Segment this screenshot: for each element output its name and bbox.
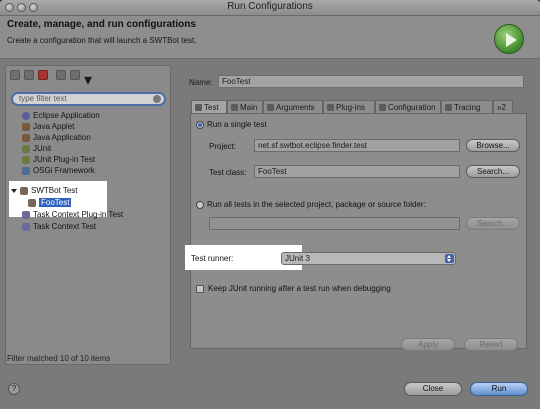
osgi-icon [22,166,30,175]
task-context-icon [22,210,30,219]
test-class-field[interactable]: FooTest [254,165,460,178]
close-button[interactable]: Close [404,382,462,396]
tab-test[interactable]: Test [191,100,227,113]
run-all-radio[interactable] [196,201,204,209]
run-icon [494,24,524,54]
swtbot-icon [20,186,28,195]
tree-item-osgi-framework[interactable]: OSGi Framework [22,165,95,176]
help-icon[interactable]: ? [8,383,20,395]
tree-item-java-applet[interactable]: Java Applet [22,121,74,132]
filter-status: Filter matched 10 of 10 items [7,354,111,363]
collapse-all-icon[interactable] [56,70,66,80]
tree-item-java-application[interactable]: Java Application [22,132,91,143]
configuration-tab-icon [379,104,386,112]
main-tab-icon [231,104,238,112]
apply-button[interactable]: Apply [401,338,455,351]
header-subtitle: Create a configuration that will launch … [7,36,197,45]
tab-tracing[interactable]: Tracing [441,100,493,113]
dialog-header: Create, manage, and run configurations C… [0,16,540,59]
project-field[interactable]: net.sf.swtbot.eclipse.finder.test [254,139,460,152]
tab-main[interactable]: Main [227,100,263,113]
configuration-editor: Name: FooTest Test Main Arguments Plug-i… [181,65,532,365]
title-bar: Run Configurations [0,0,540,16]
name-label: Name: [189,78,213,87]
junit-icon [22,144,30,153]
expand-twisty-icon[interactable] [11,188,17,193]
task-context-icon [22,222,30,231]
java-app-icon [22,133,30,142]
name-field[interactable]: FooTest [218,75,524,88]
select-arrows-icon [445,254,454,263]
junit-plugin-icon [22,155,30,164]
tab-overflow[interactable]: »2 [493,100,513,113]
tree-item-eclipse-application[interactable]: Eclipse Application [22,110,100,121]
browse-button[interactable]: Browse... [466,139,520,152]
header-title: Create, manage, and run configurations [7,19,196,30]
run-configurations-window: Run Configurations Create, manage, and r… [0,0,540,409]
tree-item-junit-plugin-test[interactable]: JUnit Plug-in Test [22,154,95,165]
tree-item-task-context-test[interactable]: Task Context Test [22,221,96,232]
run-single-label: Run a single test [207,120,267,129]
test-tab-panel: Run a single test Project: net.sf.swtbot… [185,113,527,349]
container-field [209,217,460,230]
filter-input[interactable]: type filter text [11,92,166,106]
test-runner-label: Test runner: [191,254,234,263]
keep-running-label: Keep JUnit running after a test run when… [208,284,391,293]
tree-item-task-context-plugin-test[interactable]: Task Context Plug-in Test [22,209,123,220]
eclipse-icon [22,111,30,120]
new-config-icon[interactable] [10,70,20,80]
tab-arguments[interactable]: Arguments [263,100,323,113]
tab-plugins[interactable]: Plug-ins [323,100,375,113]
delete-config-icon[interactable] [38,70,48,80]
plugins-tab-icon [327,104,334,112]
java-applet-icon [22,122,30,131]
keep-running-checkbox[interactable] [196,285,204,293]
test-runner-select[interactable]: JUnit 3 [281,252,456,265]
configuration-list-pane: ▾ type filter text Eclipse Application J… [5,65,171,365]
tree-item-footest[interactable]: FooTest [28,197,72,208]
tab-configuration[interactable]: Configuration [375,100,441,113]
chevron-down-icon[interactable]: ▾ [84,70,92,89]
duplicate-config-icon[interactable] [24,70,34,80]
clear-filter-icon[interactable] [153,95,161,103]
tracing-tab-icon [445,104,452,112]
window-title: Run Configurations [227,1,313,12]
filter-placeholder: type filter text [19,94,67,103]
filter-icon[interactable] [70,70,80,80]
test-class-label: Test class: [209,168,247,177]
tree-item-junit[interactable]: JUnit [22,143,51,154]
revert-button[interactable]: Revert [464,338,518,351]
test-runner-value: JUnit 3 [285,254,310,263]
run-all-label: Run all tests in the selected project, p… [207,200,426,209]
config-tabs: Test Main Arguments Plug-ins Configurati… [191,100,527,113]
arguments-tab-icon [267,104,274,112]
run-button[interactable]: Run [470,382,528,396]
config-toolbar: ▾ [8,68,108,89]
run-single-radio[interactable] [196,121,204,129]
project-label: Project: [209,142,237,151]
search-button[interactable]: Search... [466,165,520,178]
test-tab-icon [195,104,202,112]
search-container-button[interactable]: Search... [466,217,520,230]
tree-item-swtbot-test[interactable]: SWTBot Test [11,185,78,196]
test-config-icon [28,198,36,207]
